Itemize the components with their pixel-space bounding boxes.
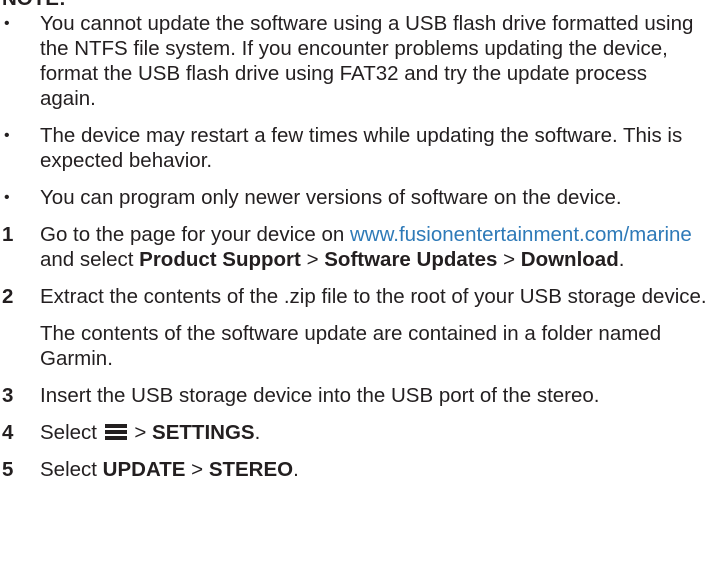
bullet-icon: • <box>4 15 10 32</box>
step-5: 5 Select UPDATE > STEREO. <box>0 457 707 482</box>
note-text-ntfs: You cannot update the software using a U… <box>40 12 694 110</box>
menu-download: Download <box>520 248 619 271</box>
step-1: 1 Go to the page for your device on www.… <box>0 222 707 272</box>
list-item: • You cannot update the software using a… <box>0 11 707 111</box>
punctuation: . <box>293 458 299 481</box>
step-number: 2 <box>2 285 14 308</box>
step-2: 2 Extract the contents of the .zip file … <box>0 284 707 371</box>
step-text: Select <box>40 458 103 481</box>
step-text: Extract the contents of the .zip file to… <box>40 285 707 308</box>
separator: > <box>497 248 521 271</box>
step-4: 4 Select > SETTINGS. <box>0 420 707 445</box>
step-subtext: The contents of the software update are … <box>40 322 662 370</box>
menu-product-support: Product Support <box>139 248 301 271</box>
note-heading: NOTE: <box>2 0 707 11</box>
step-3: 3 Insert the USB storage device into the… <box>0 383 707 408</box>
note-bullet-list: • You cannot update the software using a… <box>0 11 707 210</box>
separator: > <box>128 421 153 444</box>
step-number: 4 <box>2 421 14 444</box>
step-text: and select <box>40 248 140 271</box>
separator: > <box>185 458 209 481</box>
step-list: 1 Go to the page for your device on www.… <box>0 222 707 482</box>
menu-software-updates: Software Updates <box>324 248 498 271</box>
list-item: • The device may restart a few times whi… <box>0 123 707 173</box>
step-number: 5 <box>2 458 14 481</box>
fusion-website-link[interactable]: www.fusionentertainment.com/marine <box>350 223 692 246</box>
punctuation: . <box>254 421 261 444</box>
separator: > <box>300 248 325 271</box>
step-number: 3 <box>2 384 14 407</box>
punctuation: . <box>618 248 625 271</box>
step-text: Select <box>40 421 103 444</box>
step-text: Insert the USB storage device into the U… <box>40 384 600 407</box>
menu-stereo: STEREO <box>208 458 294 481</box>
menu-icon <box>104 424 127 441</box>
list-item: • You can program only newer versions of… <box>0 185 707 210</box>
menu-update: UPDATE <box>102 458 186 481</box>
manual-page: NOTE: • You cannot update the software u… <box>0 0 707 494</box>
note-text-restart: The device may restart a few times while… <box>40 124 683 172</box>
bullet-icon: • <box>4 127 10 144</box>
step-number: 1 <box>2 223 14 246</box>
bullet-icon: • <box>4 189 10 206</box>
note-text-newer-versions: You can program only newer versions of s… <box>40 186 622 209</box>
step-text: Go to the page for your device on <box>40 223 350 246</box>
menu-settings: SETTINGS <box>152 421 255 444</box>
